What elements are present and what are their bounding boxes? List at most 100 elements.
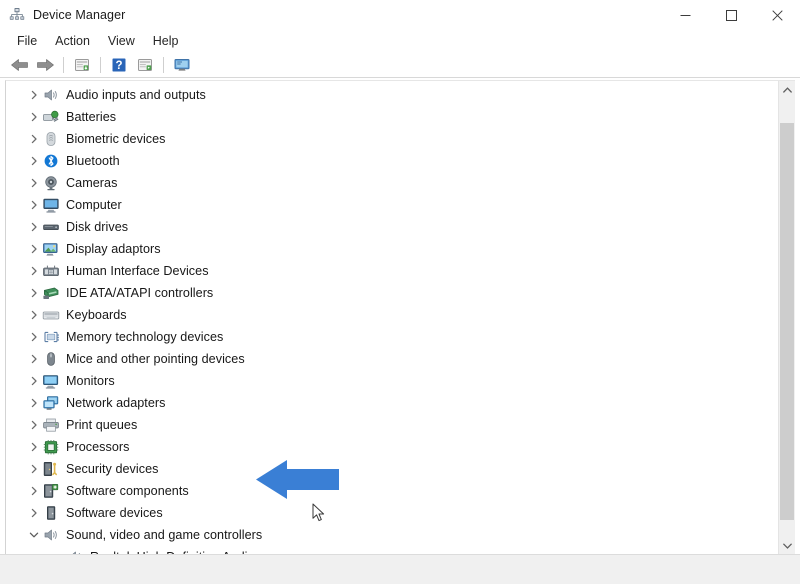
chevron-right-icon[interactable] [26,505,42,521]
tree-row-label: Print queues [66,418,137,432]
chevron-right-icon[interactable] [26,219,42,235]
chevron-right-icon[interactable] [26,417,42,433]
speaker-icon [42,527,60,543]
tree-row-label: IDE ATA/ATAPI controllers [66,286,213,300]
maximize-button[interactable] [708,0,754,30]
tree-row[interactable]: Network adapters [6,392,774,414]
toolbar-separator-1 [63,57,64,73]
chevron-right-icon[interactable] [26,175,42,191]
menu-item-action[interactable]: Action [46,32,99,50]
menu-item-file[interactable]: File [8,32,46,50]
scroll-thumb[interactable] [780,123,794,520]
toolbar-separator-2 [100,57,101,73]
tree-row-label: Software components [66,484,189,498]
tree-row[interactable]: Keyboards [6,304,774,326]
tree-row[interactable]: Sound, video and game controllers [6,524,774,546]
tree-row[interactable]: Security devices [6,458,774,480]
computer-icon [42,197,60,213]
toolbar: ? [0,52,800,78]
chevron-right-icon[interactable] [26,109,42,125]
tree-row-label: Biometric devices [66,132,166,146]
chevron-right-icon[interactable] [26,395,42,411]
fingerprint-icon [42,131,60,147]
tree-row[interactable]: Audio inputs and outputs [6,84,774,106]
scroll-down-arrow[interactable] [779,537,795,554]
chevron-right-icon[interactable] [26,153,42,169]
monitor-icon [42,373,60,389]
tree-row[interactable]: Print queues [6,414,774,436]
help-button[interactable]: ? [106,54,132,76]
tree-row[interactable]: Monitors [6,370,774,392]
device-tree: Audio inputs and outputs Batteries Biometr… [6,84,774,554]
toolbar-separator-3 [163,57,164,73]
chevron-right-icon[interactable] [26,87,42,103]
tree-row[interactable]: IDE ATA/ATAPI controllers [6,282,774,304]
chevron-right-icon[interactable] [26,241,42,257]
tree-row-label: Batteries [66,110,116,124]
tree-row[interactable]: Realtek High Definition Audio [6,546,774,554]
close-button[interactable] [754,0,800,30]
tree-row[interactable]: Memory technology devices [6,326,774,348]
tree-row-label: Audio inputs and outputs [66,88,206,102]
tree-row-label: Monitors [66,374,115,388]
software-component-icon [42,483,60,499]
chevron-right-icon[interactable] [26,263,42,279]
scan-hardware-changes-button[interactable] [169,54,195,76]
device-manager-window: Device Manager File Action [0,0,800,584]
vertical-scrollbar[interactable] [778,81,795,554]
chevron-right-icon[interactable] [26,329,42,345]
tree-row[interactable]: Batteries [6,106,774,128]
chevron-right-icon[interactable] [26,483,42,499]
device-tree-pane: Audio inputs and outputs Batteries Biometr… [5,80,795,554]
chevron-right-icon[interactable] [26,307,42,323]
tree-row[interactable]: Mice and other pointing devices [6,348,774,370]
properties-button[interactable] [69,54,95,76]
tree-row[interactable]: Processors [6,436,774,458]
forward-button[interactable] [32,54,58,76]
update-driver-button[interactable] [132,54,158,76]
camera-icon [42,175,60,191]
tree-row-label: Processors [66,440,130,454]
chevron-right-icon[interactable] [26,351,42,367]
svg-text:?: ? [115,60,122,72]
disk-drive-icon [42,219,60,235]
tree-row[interactable]: Biometric devices [6,128,774,150]
tree-row[interactable]: Software components [6,480,774,502]
tree-row[interactable]: Human Interface Devices [6,260,774,282]
scroll-track-upper[interactable] [779,98,795,123]
tree-row-label: Disk drives [66,220,128,234]
chevron-down-icon[interactable] [26,527,42,543]
chevron-right-icon[interactable] [26,285,42,301]
tree-row[interactable]: Bluetooth [6,150,774,172]
printer-icon [42,417,60,433]
tree-row[interactable]: Computer [6,194,774,216]
tree-row-label: Human Interface Devices [66,264,209,278]
chevron-right-icon[interactable] [26,461,42,477]
tree-row-label: Sound, video and game controllers [66,528,262,542]
device-manager-icon [9,7,25,23]
back-button[interactable] [6,54,32,76]
tree-row-label: Network adapters [66,396,166,410]
security-device-icon [42,461,60,477]
menu-bar: File Action View Help [0,30,800,52]
hid-icon [42,263,60,279]
chevron-right-icon[interactable] [26,439,42,455]
tree-row[interactable]: Display adaptors [6,238,774,260]
minimize-button[interactable] [662,0,708,30]
menu-item-help[interactable]: Help [144,32,188,50]
chevron-right-icon[interactable] [26,131,42,147]
tree-row-label: Software devices [66,506,163,520]
menu-item-view[interactable]: View [99,32,144,50]
tree-row-label: Cameras [66,176,117,190]
title-bar: Device Manager [0,0,800,30]
tree-row-label: Memory technology devices [66,330,223,344]
chevron-right-icon[interactable] [26,197,42,213]
scroll-up-arrow[interactable] [779,81,795,98]
tree-row-label: Keyboards [66,308,127,322]
window-controls [662,0,800,30]
tree-row[interactable]: Cameras [6,172,774,194]
speaker-icon [42,87,60,103]
chevron-right-icon[interactable] [26,373,42,389]
tree-row[interactable]: Software devices [6,502,774,524]
tree-row[interactable]: Disk drives [6,216,774,238]
